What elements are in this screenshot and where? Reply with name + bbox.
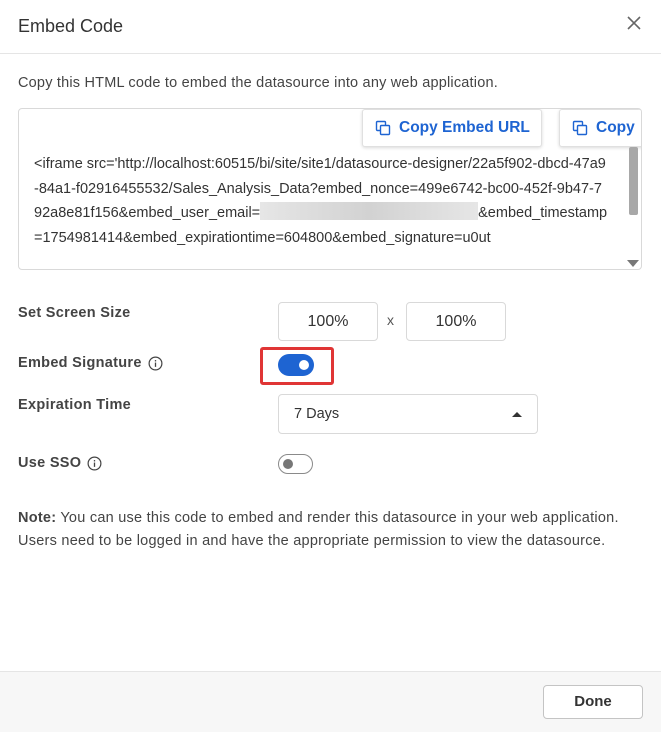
copy-embed-url-button[interactable]: Copy Embed URL	[362, 109, 542, 147]
embed-signature-toggle[interactable]	[278, 354, 314, 376]
info-icon[interactable]	[148, 356, 163, 371]
expiration-time-label-text: Expiration Time	[18, 397, 132, 413]
use-sso-toggle[interactable]	[278, 454, 313, 474]
embed-signature-label-text: Embed Signature	[18, 355, 142, 371]
close-icon[interactable]	[623, 12, 645, 34]
copy-icon	[572, 120, 588, 136]
copy-code-button[interactable]: Copy	[559, 109, 641, 147]
code-scrollbar[interactable]	[625, 147, 641, 269]
note-prefix: Note:	[18, 510, 57, 526]
info-icon[interactable]	[87, 456, 102, 471]
embed-signature-label: Embed Signature	[18, 355, 163, 371]
copy-embed-url-label: Copy Embed URL	[399, 119, 530, 136]
toggle-knob	[283, 459, 293, 469]
scrollbar-thumb[interactable]	[629, 147, 638, 215]
screen-width-input[interactable]: 100%	[278, 302, 378, 341]
expiration-selected-value: 7 Days	[294, 406, 340, 422]
note-body: You can use this code to embed and rende…	[18, 510, 619, 549]
size-separator: x	[387, 312, 394, 328]
dialog-title: Embed Code	[18, 16, 124, 36]
embed-code-text[interactable]: <iframe src='http://localhost:60515/bi/s…	[34, 152, 609, 250]
copy-icon	[375, 120, 391, 136]
caret-up-icon	[512, 412, 522, 417]
done-button[interactable]: Done	[543, 685, 643, 719]
dialog-header: Embed Code	[0, 0, 661, 54]
intro-text: Copy this HTML code to embed the datasou…	[18, 75, 498, 91]
expiration-time-label: Expiration Time	[18, 397, 131, 413]
scroll-down-arrow-icon[interactable]	[627, 260, 639, 267]
use-sso-label-text: Use SSO	[18, 455, 82, 471]
screen-size-label-text: Set Screen Size	[18, 305, 131, 321]
screen-height-input[interactable]: 100%	[406, 302, 506, 341]
use-sso-label: Use SSO	[18, 455, 102, 471]
redacted-email	[260, 202, 479, 220]
embed-code-dialog: Embed Code Copy this HTML code to embed …	[0, 0, 661, 732]
note-text: Note: You can use this code to embed and…	[18, 507, 633, 552]
dialog-footer: Done	[0, 671, 661, 732]
screen-size-label: Set Screen Size	[18, 305, 131, 321]
expiration-time-dropdown[interactable]: 7 Days	[278, 394, 538, 434]
copy-code-label: Copy	[596, 119, 635, 136]
embed-code-box[interactable]: <iframe src='http://localhost:60515/bi/s…	[18, 108, 642, 270]
toggle-knob	[299, 360, 309, 370]
